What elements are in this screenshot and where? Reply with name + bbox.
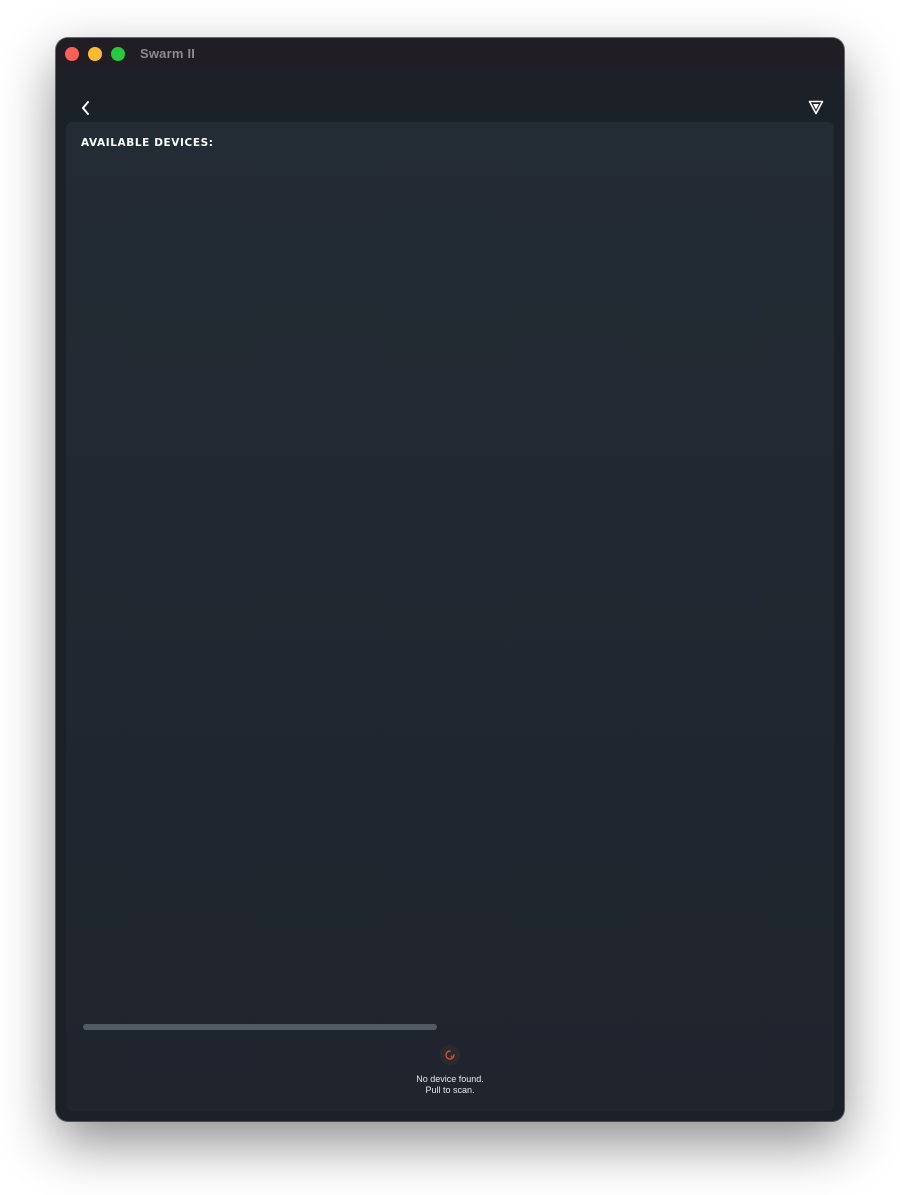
app-window: Swarm II AVAILABLE DEVICES: No device fo… <box>56 38 844 1121</box>
close-window-button[interactable] <box>65 47 79 61</box>
scan-progress-bar <box>83 1024 844 1030</box>
window-title: Swarm II <box>140 46 196 61</box>
brand-logo-icon <box>808 99 824 115</box>
back-button[interactable] <box>76 98 96 118</box>
scan-spinner-icon <box>440 1045 460 1065</box>
available-devices-heading: AVAILABLE DEVICES: <box>81 137 214 149</box>
minimize-window-button[interactable] <box>88 47 102 61</box>
app-toolbar <box>56 70 844 122</box>
title-bar: Swarm II <box>56 38 844 70</box>
chevron-left-icon <box>82 101 89 115</box>
no-device-text: No device found. <box>416 1074 484 1084</box>
zoom-window-button[interactable] <box>111 47 125 61</box>
empty-state-message: No device found. Pull to scan. <box>66 1074 834 1096</box>
devices-panel[interactable]: AVAILABLE DEVICES: No device found. Pull… <box>66 122 834 1111</box>
scan-progress-fill <box>83 1024 437 1030</box>
pull-to-scan-text: Pull to scan. <box>425 1085 475 1095</box>
